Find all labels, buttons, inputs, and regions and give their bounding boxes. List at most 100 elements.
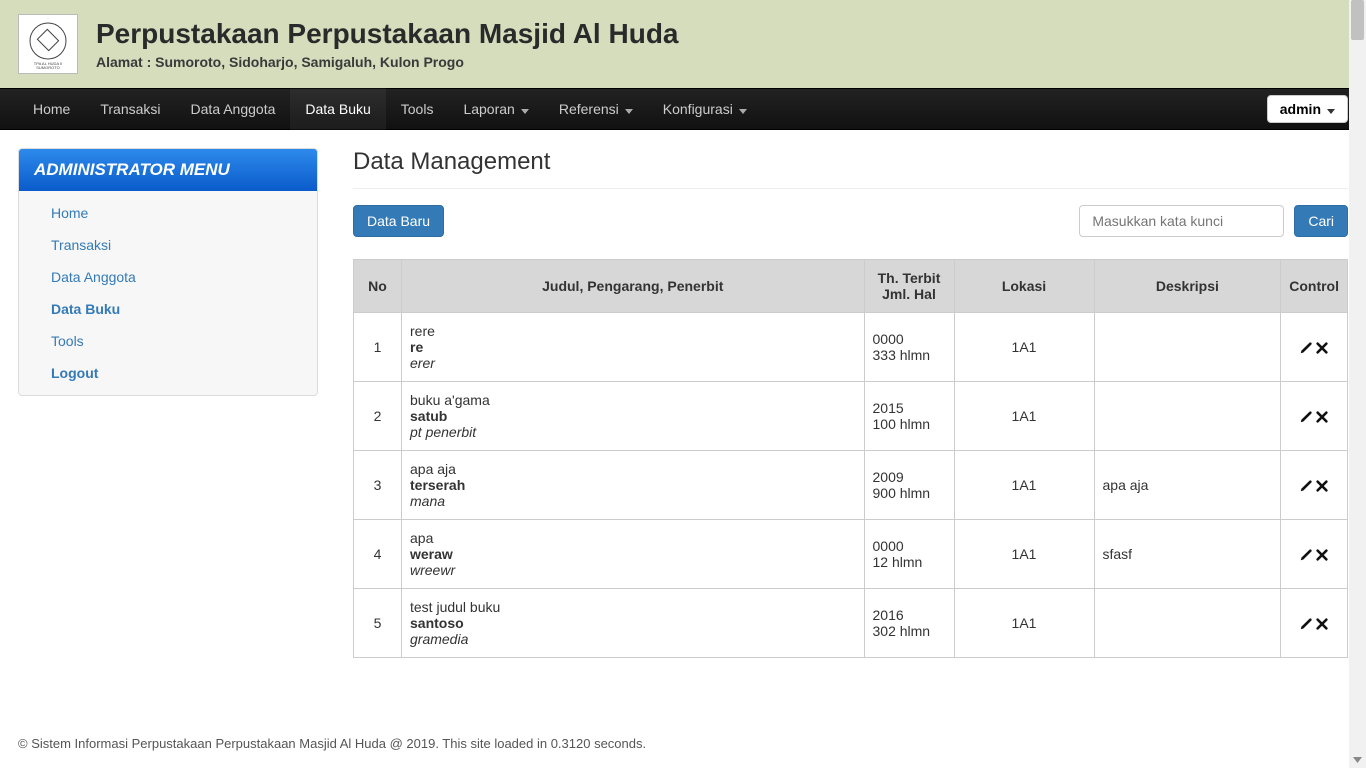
header-banner: TPA AL HUDA II SUMOROTO Perpustakaan Per… xyxy=(0,0,1366,88)
cell-judul: apa ajaterserahmana xyxy=(402,451,865,520)
nav-item-label: Transaksi xyxy=(100,88,160,130)
search-input[interactable] xyxy=(1079,205,1284,237)
nav-item-data-anggota[interactable]: Data Anggota xyxy=(176,88,291,130)
cell-deskripsi xyxy=(1094,313,1281,382)
cell-judul: test judul bukusantosogramedia xyxy=(402,589,865,658)
search-button[interactable]: Cari xyxy=(1294,205,1348,237)
divider xyxy=(353,188,1348,189)
cell-judul: buku a'gamasatubpt penerbit xyxy=(402,382,865,451)
cell-lokasi: 1A1 xyxy=(954,382,1094,451)
cell-deskripsi: sfasf xyxy=(1094,520,1281,589)
top-nav: Home Transaksi Data Anggota Data Buku Tools L… xyxy=(0,88,1366,130)
new-data-button[interactable]: Data Baru xyxy=(353,205,444,237)
delete-icon[interactable] xyxy=(1315,615,1329,631)
actions-row: Data Baru Cari xyxy=(353,205,1348,237)
cell-lokasi: 1A1 xyxy=(954,451,1094,520)
nav-item-label: Tools xyxy=(401,88,434,130)
site-subtitle: Alamat : Sumoroto, Sidoharjo, Samigaluh,… xyxy=(96,54,679,70)
nav-item-label: Konfigurasi xyxy=(663,88,733,130)
nav-item-tools[interactable]: Tools xyxy=(386,88,449,130)
sidebar-item-logout[interactable]: Logout xyxy=(19,357,317,389)
cell-control xyxy=(1281,382,1348,451)
site-title: Perpustakaan Perpustakaan Masjid Al Huda xyxy=(96,18,679,50)
edit-icon[interactable] xyxy=(1299,408,1313,424)
table-row: 3apa ajaterserahmana2009900 hlmn1A1apa a… xyxy=(354,451,1348,520)
sidebar-item-data-buku[interactable]: Data Buku xyxy=(19,293,317,325)
sidebar: ADMINISTRATOR MENU HomeTransaksiData Ang… xyxy=(18,148,318,658)
nav-item-home[interactable]: Home xyxy=(18,88,85,130)
cell-no: 3 xyxy=(354,451,402,520)
nav-item-transaksi[interactable]: Transaksi xyxy=(85,88,175,130)
nav-item-label: Referensi xyxy=(559,88,619,130)
edit-icon[interactable] xyxy=(1299,339,1313,355)
delete-icon[interactable] xyxy=(1315,408,1329,424)
table-row: 4apawerawwreewr000012 hlmn1A1sfasf xyxy=(354,520,1348,589)
cell-no: 2 xyxy=(354,382,402,451)
svg-text:SUMOROTO: SUMOROTO xyxy=(36,65,59,69)
cell-tahun-hal: 2016302 hlmn xyxy=(864,589,954,658)
col-no: No xyxy=(354,260,402,313)
cell-control xyxy=(1281,313,1348,382)
sidebar-item-data-anggota[interactable]: Data Anggota xyxy=(19,261,317,293)
page-title: Data Management xyxy=(353,148,1348,176)
sidebar-item-transaksi[interactable]: Transaksi xyxy=(19,229,317,261)
cell-tahun-hal: 2015100 hlmn xyxy=(864,382,954,451)
scrollbar[interactable] xyxy=(1349,0,1366,768)
edit-icon[interactable] xyxy=(1299,546,1313,562)
main-content: Data Management Data Baru Cari No Judul,… xyxy=(353,148,1348,658)
edit-icon[interactable] xyxy=(1299,615,1313,631)
cell-control xyxy=(1281,451,1348,520)
table-row: 1rerereerer0000333 hlmn1A1 xyxy=(354,313,1348,382)
sidebar-item-tools[interactable]: Tools xyxy=(19,325,317,357)
cell-tahun-hal: 000012 hlmn xyxy=(864,520,954,589)
cell-deskripsi: apa aja xyxy=(1094,451,1281,520)
nav-item-label: Home xyxy=(33,88,70,130)
data-table: No Judul, Pengarang, Penerbit Th. Terbit… xyxy=(353,259,1348,658)
nav-item-label: Laporan xyxy=(463,88,514,130)
col-lokasi: Lokasi xyxy=(954,260,1094,313)
nav-item-data-buku[interactable]: Data Buku xyxy=(290,88,385,130)
cell-lokasi: 1A1 xyxy=(954,313,1094,382)
cell-no: 5 xyxy=(354,589,402,658)
scrollbar-thumb[interactable] xyxy=(1351,0,1364,40)
cell-lokasi: 1A1 xyxy=(954,589,1094,658)
table-row: 2buku a'gamasatubpt penerbit2015100 hlmn… xyxy=(354,382,1348,451)
cell-judul: rerereerer xyxy=(402,313,865,382)
table-row: 5test judul bukusantosogramedia2016302 h… xyxy=(354,589,1348,658)
cell-judul: apawerawwreewr xyxy=(402,520,865,589)
caret-down-icon xyxy=(1327,101,1335,117)
cell-tahun-hal: 0000333 hlmn xyxy=(864,313,954,382)
cell-tahun-hal: 2009900 hlmn xyxy=(864,451,954,520)
logo: TPA AL HUDA II SUMOROTO xyxy=(18,14,78,74)
col-control: Control xyxy=(1281,260,1348,313)
caret-down-icon xyxy=(521,88,529,130)
col-th-hal: Th. Terbit Jml. Hal xyxy=(864,260,954,313)
col-deskripsi: Deskripsi xyxy=(1094,260,1281,313)
caret-down-icon xyxy=(625,88,633,130)
delete-icon[interactable] xyxy=(1315,546,1329,562)
scroll-down-icon[interactable] xyxy=(1349,751,1366,768)
nav-item-laporan[interactable]: Laporan xyxy=(448,88,543,130)
cell-deskripsi xyxy=(1094,382,1281,451)
sidebar-item-home[interactable]: Home xyxy=(19,197,317,229)
nav-item-label: Data Anggota xyxy=(191,88,276,130)
logo-icon: TPA AL HUDA II SUMOROTO xyxy=(23,19,73,69)
edit-icon[interactable] xyxy=(1299,477,1313,493)
nav-item-label: Data Buku xyxy=(305,88,370,130)
nav-item-konfigurasi[interactable]: Konfigurasi xyxy=(648,88,762,130)
cell-lokasi: 1A1 xyxy=(954,520,1094,589)
sidebar-title: ADMINISTRATOR MENU xyxy=(19,149,317,191)
sidebar-panel: ADMINISTRATOR MENU HomeTransaksiData Ang… xyxy=(18,148,318,396)
nav-item-referensi[interactable]: Referensi xyxy=(544,88,648,130)
col-judul: Judul, Pengarang, Penerbit xyxy=(402,260,865,313)
delete-icon[interactable] xyxy=(1315,477,1329,493)
caret-down-icon xyxy=(739,88,747,130)
cell-no: 1 xyxy=(354,313,402,382)
admin-label: admin xyxy=(1280,101,1321,117)
cell-control xyxy=(1281,589,1348,658)
cell-deskripsi xyxy=(1094,589,1281,658)
admin-dropdown-button[interactable]: admin xyxy=(1267,95,1348,123)
footer-text: © Sistem Informasi Perpustakaan Perpusta… xyxy=(0,736,1366,759)
delete-icon[interactable] xyxy=(1315,339,1329,355)
cell-no: 4 xyxy=(354,520,402,589)
